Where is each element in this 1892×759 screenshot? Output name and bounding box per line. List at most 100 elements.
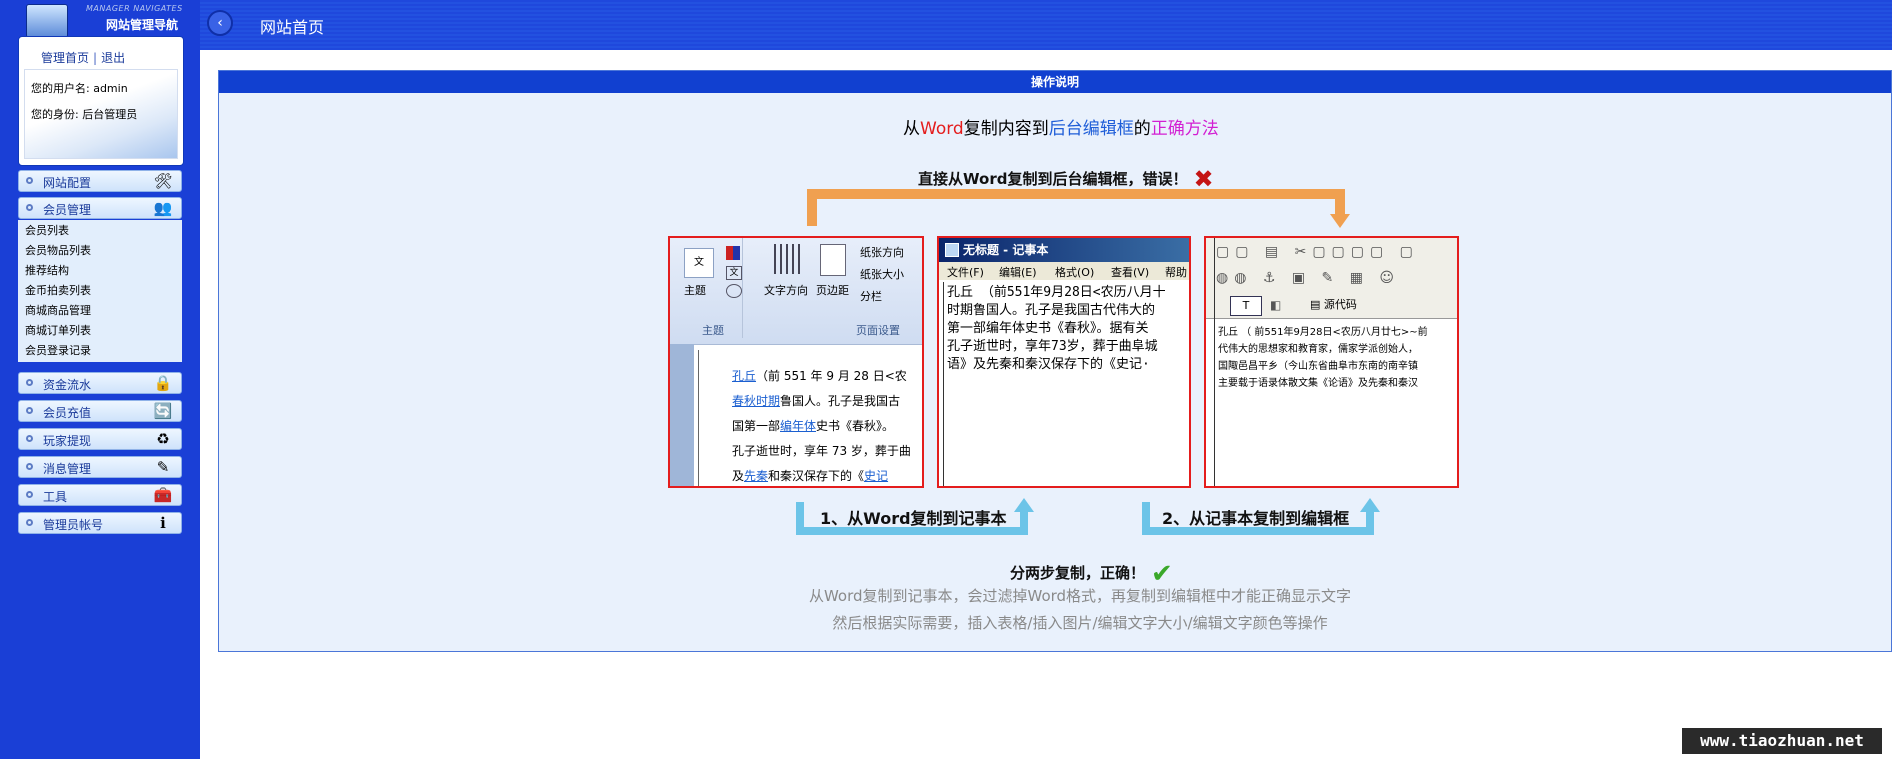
menu-recharge[interactable]: 会员充值 🔄 [18,400,182,422]
bullet-icon [26,491,33,498]
editor-text[interactable]: 孔丘 （ 前551年9月28日<农历八月廿七>~前 代伟大的思想家和教育家，儒家… [1218,324,1428,392]
menu-fund-flow[interactable]: 资金流水 🔒 [18,372,182,394]
doc-link[interactable]: 先秦 [744,469,768,483]
doc-link[interactable]: 编年体 [780,419,816,433]
menu-messages[interactable]: 消息管理 ✎ [18,456,182,478]
ribbon-size[interactable]: 纸张大小 [860,266,904,282]
logout-link[interactable]: 退出 [101,51,125,65]
doc-link[interactable]: 春秋时期 [732,394,780,408]
ribbon-orientation[interactable]: 纸张方向 [860,244,904,260]
doc-link[interactable]: 史记 [864,469,888,483]
submenu-auction[interactable]: 金币拍卖列表 [25,282,91,298]
tools-icon: 🛠 [153,172,173,190]
ribbon-divider [742,238,743,338]
toolbar-icons-row1: ▢▢ ▤ ✂▢▢▢▢ ▢ [1216,244,1419,260]
group-page-setup: 页面设置 [856,324,900,337]
menu-label: 资金流水 [43,378,92,392]
main-title: 从Word复制内容到后台编辑框的正确方法 [903,114,1219,139]
submenu-member-list[interactable]: 会员列表 [25,222,69,238]
submenu-login-log[interactable]: 会员登录记录 [25,342,91,358]
font-icon: 文 [726,266,742,280]
notepad-icon [945,243,959,257]
panel-heading: 操作说明 [219,71,1891,93]
text-direction-icon [774,244,804,274]
editor-screenshot: ▢▢ ▤ ✂▢▢▢▢ ▢ ◍◍ ⚓ ▣ ✎ ▦ ☺ T ◧ ▤ 源代码 孔丘 （… [1204,236,1459,488]
logo-title: 网站管理导航 [106,18,179,32]
source-code-label: 源代码 [1323,298,1357,311]
menu-file[interactable]: 文件(F) [947,264,984,280]
effects-icon [726,284,742,298]
bullet-icon [26,435,33,442]
sidebar: MANAGER NAVIGATES 网站管理导航 管理首页 | 退出 您的用户名: … [0,0,200,759]
notepad-text[interactable]: 孔丘 （前551年9月28日<农历八月十 时期鲁国人。孔子是我国古代伟大的 第一… [947,284,1166,374]
page-edge [698,350,699,486]
user-info-panel: 您的用户名: admin 您的身份: 后台管理员 [24,69,178,159]
menu-admin-account[interactable]: 管理员帐号 ℹ [18,512,182,534]
doc-text: 及 [732,469,745,483]
source-code-button[interactable]: ▤ 源代码 [1310,296,1357,312]
note-line-2: 然后根据实际需要，插入表格/插入图片/编辑文字大小/编辑文字颜色等操作 [832,614,1328,632]
doc-text: 鲁国人。孔子是我国古 [780,394,901,408]
menu-format[interactable]: 格式(O) [1055,264,1094,280]
menu-member-management[interactable]: 会员管理 👥 [18,197,182,219]
doc-text: 国第一部 [732,419,781,433]
submenu-mall-orders[interactable]: 商城订单列表 [25,322,91,338]
bullet-icon [26,519,33,526]
back-arrow-icon[interactable]: ‹ [207,10,233,36]
ribbon-theme[interactable]: 主题 [684,282,706,298]
doc-link[interactable]: 孔丘 [732,369,756,383]
watermark: www.tiaozhuan.net [1682,728,1882,754]
notepad-title: 无标题 - 记事本 [963,243,1049,257]
bullet-icon [26,407,33,414]
menu-label: 管理员帐号 [43,518,104,532]
notepad-line: 孔子逝世时，享年73岁，葬于曲阜城 [947,339,1158,354]
submenu-referral[interactable]: 推荐结构 [25,262,69,278]
doc-text: 史书《春秋》。 [816,419,895,433]
menu-edit[interactable]: 编辑(E) [999,264,1037,280]
editor-line: 孔丘 （ 前551年9月28日<农历八月廿七>~前 [1218,327,1428,338]
editor-line: 代伟大的思想家和教育家，儒家学派创始人， [1218,344,1418,355]
bullet-icon [26,463,33,470]
margins-icon [820,244,846,276]
bg-color-icon[interactable]: ◧ [1270,298,1281,312]
bullet-icon [26,379,33,386]
logo: MANAGER NAVIGATES 网站管理导航 [20,2,190,38]
step1-label: 1、从Word复制到记事本 [820,509,1007,528]
notepad-line: 孔丘 （前551年9月28日<农历八月十 [947,285,1166,300]
users-icon: 👥 [153,199,173,217]
info-icon: ℹ [160,514,166,532]
menu-view[interactable]: 查看(V) [1111,264,1149,280]
editor-line: 国陬邑昌平乡（今山东省曲阜市东南的南辛镇 [1218,361,1418,372]
menu-label: 会员管理 [43,203,92,217]
computer-icon [26,4,68,38]
notepad-line: 第一部编年体史书《春秋》。据有关 [947,321,1149,336]
doc-text: 和秦汉保存下的《 [768,469,865,483]
ribbon-columns[interactable]: 分栏 [860,288,882,304]
menu-label: 工具 [43,490,68,504]
title-part: 从 [903,119,920,139]
notepad-screenshot: 无标题 - 记事本 文件(F) 编辑(E) 格式(O) 查看(V) 帮助 孔丘 … [937,236,1191,488]
ribbon-margins[interactable]: 页边距 [816,282,849,298]
title-part: 的 [1133,119,1151,139]
editor-line: 主要载于语录体散文集《论语》及先秦和秦汉 [1218,378,1418,389]
link-separator: | [93,51,98,65]
user-box: 管理首页 | 退出 您的用户名: admin 您的身份: 后台管理员 [18,36,184,166]
text-color-icon[interactable]: T [1230,296,1262,316]
submenu-member-items[interactable]: 会员物品列表 [25,242,91,258]
submenu-mall-goods[interactable]: 商城商品管理 [25,302,91,318]
menu-site-config[interactable]: 网站配置 🛠 [18,170,182,192]
role-line: 您的身份: 后台管理员 [31,108,138,121]
top-bar [200,0,1892,50]
menu-help[interactable]: 帮助 [1165,264,1187,280]
lock-icon: 🔒 [153,374,173,392]
menu-label: 消息管理 [43,462,92,476]
group-theme: 主题 [702,324,724,337]
editor-left-border [1214,238,1215,486]
admin-home-link[interactable]: 管理首页 [41,51,89,65]
title-part: 复制内容到 [963,119,1049,139]
menu-tools[interactable]: 工具 🧰 [18,484,182,506]
menu-withdraw[interactable]: 玩家提现 ♻ [18,428,182,450]
member-submenu: 会员列表 会员物品列表 推荐结构 金币拍卖列表 商城商品管理 商城订单列表 会员… [18,220,182,362]
ribbon-text-direction[interactable]: 文字方向 [764,282,808,298]
refresh-icon: 🔄 [153,402,173,420]
